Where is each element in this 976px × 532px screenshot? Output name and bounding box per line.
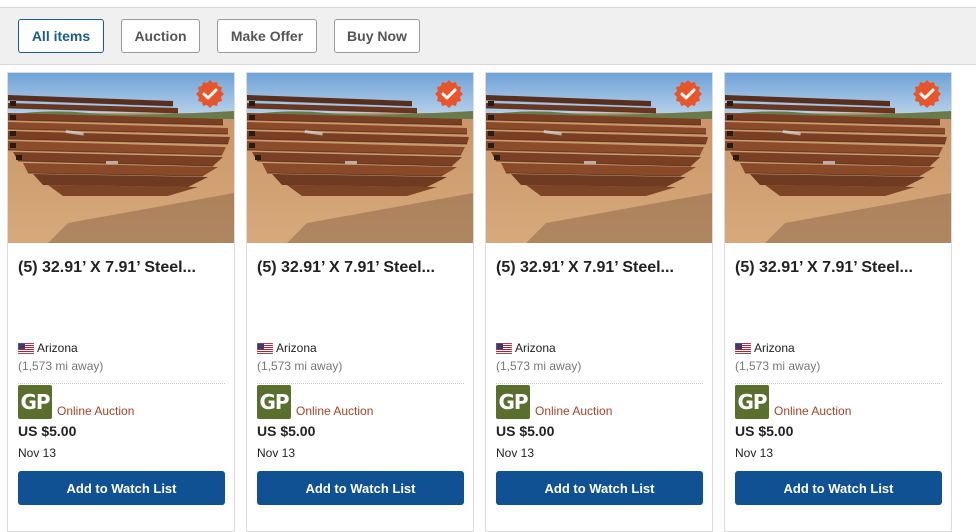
listing-card[interactable]: (5) 32.91’ X 7.91’ Steel... Arizona (1,5… bbox=[485, 72, 713, 532]
auction-type: Online Auction bbox=[57, 404, 135, 418]
listing-date: Nov 13 bbox=[735, 446, 774, 460]
listing-date: Nov 13 bbox=[257, 446, 296, 460]
listing-location: Arizona bbox=[734, 341, 795, 355]
divider bbox=[257, 383, 464, 384]
location-label: Arizona bbox=[276, 341, 317, 355]
location-label: Arizona bbox=[754, 341, 795, 355]
listing-card[interactable]: (5) 32.91’ X 7.91’ Steel... Arizona (1,5… bbox=[7, 72, 235, 532]
seller-logo: GP bbox=[18, 385, 52, 419]
divider bbox=[18, 383, 225, 384]
auction-type: Online Auction bbox=[296, 404, 374, 418]
verified-badge-icon bbox=[195, 79, 225, 109]
listing-title[interactable]: (5) 32.91’ X 7.91’ Steel... bbox=[18, 259, 228, 277]
filter-make-offer-button[interactable]: Make Offer bbox=[217, 19, 317, 53]
filter-all-items-button[interactable]: All items bbox=[18, 19, 104, 53]
listing-price: US $5.00 bbox=[735, 423, 794, 439]
add-to-watch-list-button[interactable]: Add to Watch List bbox=[735, 471, 942, 505]
filter-buy-now-button[interactable]: Buy Now bbox=[334, 19, 420, 53]
listing-price: US $5.00 bbox=[18, 423, 77, 439]
add-to-watch-list-button[interactable]: Add to Watch List bbox=[496, 471, 703, 505]
add-to-watch-list-button[interactable]: Add to Watch List bbox=[18, 471, 225, 505]
listing-date: Nov 13 bbox=[18, 446, 57, 460]
listing-date: Nov 13 bbox=[496, 446, 535, 460]
seller-logo: GP bbox=[496, 385, 530, 419]
auction-type: Online Auction bbox=[535, 404, 613, 418]
divider bbox=[735, 383, 942, 384]
listing-title[interactable]: (5) 32.91’ X 7.91’ Steel... bbox=[735, 259, 945, 277]
seller-logo: GP bbox=[257, 385, 291, 419]
divider bbox=[496, 383, 703, 384]
listing-card[interactable]: (5) 32.91’ X 7.91’ Steel... Arizona (1,5… bbox=[246, 72, 474, 532]
filter-bar: All items Auction Make Offer Buy Now bbox=[0, 8, 976, 65]
us-flag-icon bbox=[495, 342, 513, 354]
us-flag-icon bbox=[256, 342, 274, 354]
filter-auction-button[interactable]: Auction bbox=[121, 19, 200, 53]
listing-card[interactable]: (5) 32.91’ X 7.91’ Steel... Arizona (1,5… bbox=[724, 72, 952, 532]
listing-distance: (1,573 mi away) bbox=[496, 359, 582, 373]
listing-distance: (1,573 mi away) bbox=[735, 359, 821, 373]
us-flag-icon bbox=[734, 342, 752, 354]
listing-location: Arizona bbox=[17, 341, 78, 355]
listing-location: Arizona bbox=[256, 341, 317, 355]
verified-badge-icon bbox=[673, 79, 703, 109]
listing-price: US $5.00 bbox=[496, 423, 555, 439]
listing-price: US $5.00 bbox=[257, 423, 316, 439]
location-label: Arizona bbox=[515, 341, 556, 355]
listing-distance: (1,573 mi away) bbox=[257, 359, 343, 373]
add-to-watch-list-button[interactable]: Add to Watch List bbox=[257, 471, 464, 505]
verified-badge-icon bbox=[434, 79, 464, 109]
seller-logo: GP bbox=[735, 385, 769, 419]
listing-title[interactable]: (5) 32.91’ X 7.91’ Steel... bbox=[257, 259, 467, 277]
listing-distance: (1,573 mi away) bbox=[18, 359, 104, 373]
listing-title[interactable]: (5) 32.91’ X 7.91’ Steel... bbox=[496, 259, 706, 277]
listing-location: Arizona bbox=[495, 341, 556, 355]
us-flag-icon bbox=[17, 342, 35, 354]
location-label: Arizona bbox=[37, 341, 78, 355]
verified-badge-icon bbox=[912, 79, 942, 109]
top-bar bbox=[0, 0, 976, 8]
auction-type: Online Auction bbox=[774, 404, 852, 418]
